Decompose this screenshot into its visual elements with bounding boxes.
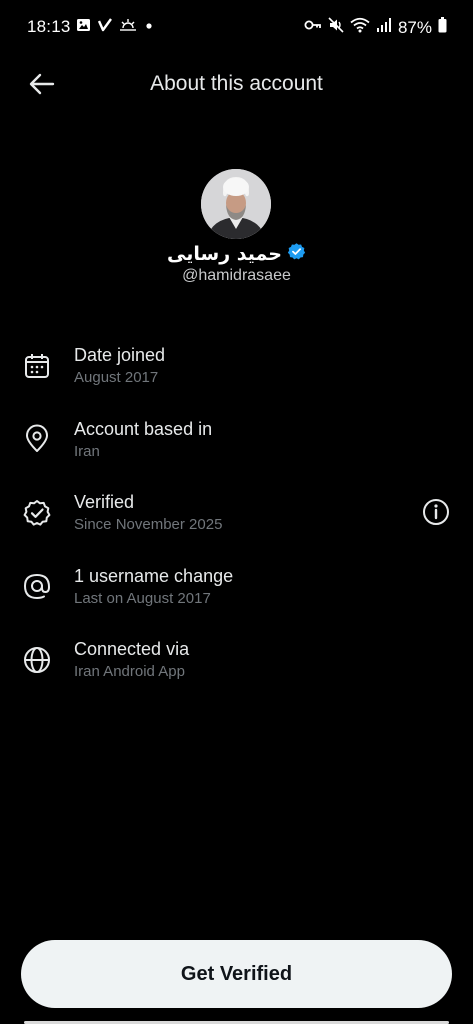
page-title: About this account [150,72,323,95]
wifi-icon [350,17,370,38]
at-sign-icon [22,571,52,601]
battery-icon [438,17,447,38]
verified-check-icon [287,242,306,266]
info-title: Verified [74,492,135,512]
status-time: 18:13 [27,17,71,36]
info-row-account-based-in: Account based in Iran [0,418,473,478]
location-pin-icon [22,424,52,454]
info-subtitle: Last on August 2017 [74,590,211,607]
signal-icon [376,17,392,38]
info-title: Connected via [74,639,190,659]
avatar[interactable] [201,169,271,239]
info-row-date-joined: Date joined August 2017 [0,344,473,404]
handle: @hamidrasaee [182,267,291,284]
info-row-verified: Verified Since November 2025 [0,491,473,551]
name-row: حمید رسایی [0,242,473,266]
display-name: حمید رسایی [167,243,282,265]
calendar-icon [22,351,52,381]
info-title: Account based in [74,419,213,439]
status-right-icons: 87% [304,17,447,38]
info-title: 1 username change [74,566,234,586]
info-subtitle: Since November 2025 [74,516,223,533]
sunrise-icon [119,18,137,37]
get-verified-button[interactable]: Get Verified [21,940,452,1008]
gallery-icon [76,18,91,37]
info-row-connected-via: Connected via Iran Android App [0,638,473,698]
info-subtitle: Iran Android App [74,663,185,680]
mute-icon [328,17,344,38]
status-left-icons [76,18,154,37]
battery-percentage: 87% [397,17,432,37]
info-subtitle: August 2017 [74,369,159,386]
globe-icon [22,645,52,675]
check-v-icon [97,18,112,37]
verified-badge-icon [22,498,52,528]
key-icon [304,18,322,37]
info-title: Date joined [74,345,166,365]
info-row-username-change: 1 username change Last on August 2017 [0,565,473,625]
status-bar: 18:13 87% [0,0,473,56]
dot-icon [144,18,154,37]
info-icon[interactable] [420,496,452,528]
info-subtitle: Iran [74,443,100,460]
